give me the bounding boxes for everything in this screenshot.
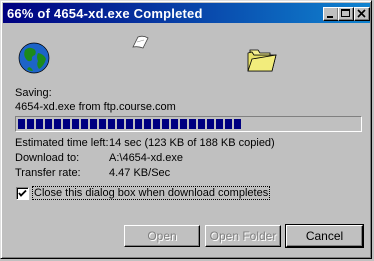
maximize-button[interactable] (338, 7, 354, 21)
cancel-button[interactable]: Cancel (285, 224, 364, 248)
folder-icon (247, 49, 277, 72)
progress-segment (180, 119, 187, 129)
open-button[interactable]: Open (124, 225, 200, 247)
progress-segment (135, 119, 142, 129)
progress-bar (15, 116, 362, 132)
checkmark-icon (18, 189, 27, 197)
progress-segment (81, 119, 88, 129)
maximize-icon (341, 9, 350, 17)
progress-segment (171, 119, 178, 129)
saving-label: Saving: (15, 87, 52, 99)
transfer-rate-value: 4.47 KB/Sec (109, 167, 171, 179)
download-to-value: A:\4654-xd.exe (109, 152, 183, 164)
progress-segment (189, 119, 196, 129)
progress-segment (198, 119, 205, 129)
progress-segment (234, 119, 241, 129)
time-left-value: 14 sec (123 KB of 188 KB copied) (109, 137, 275, 149)
window-title: 66% of 4654-xd.exe Completed (7, 6, 203, 21)
close-on-complete-checkbox[interactable] (16, 187, 29, 200)
progress-segment (225, 119, 232, 129)
saving-value: 4654-xd.exe from ftp.course.com (15, 101, 176, 113)
close-on-complete-label[interactable]: Close this dialog box when download comp… (32, 186, 271, 200)
progress-segment (117, 119, 124, 129)
progress-segment (36, 119, 43, 129)
progress-segment (18, 119, 25, 129)
progress-segment (207, 119, 214, 129)
progress-segment (27, 119, 34, 129)
minimize-icon (327, 16, 333, 18)
progress-segment (153, 119, 160, 129)
progress-segment (63, 119, 70, 129)
close-icon (357, 9, 366, 18)
progress-segment (45, 119, 52, 129)
close-button[interactable] (354, 7, 370, 21)
transfer-rate-label: Transfer rate: (15, 167, 81, 179)
time-left-label: Estimated time left: (15, 137, 109, 149)
progress-segment (99, 119, 106, 129)
title-bar[interactable]: 66% of 4654-xd.exe Completed (3, 3, 370, 23)
progress-segment (54, 119, 61, 129)
progress-segment (90, 119, 97, 129)
download-to-label: Download to: (15, 152, 80, 164)
open-folder-button[interactable]: Open Folder (205, 225, 281, 247)
progress-segment (108, 119, 115, 129)
progress-segment (162, 119, 169, 129)
progress-segment (126, 119, 133, 129)
progress-segment (144, 119, 151, 129)
download-dialog: 66% of 4654-xd.exe Completed Saving: 465… (0, 0, 372, 259)
progress-segment (72, 119, 79, 129)
progress-segment (216, 119, 223, 129)
minimize-button[interactable] (323, 7, 339, 21)
flying-paper-icon (132, 35, 149, 49)
globe-icon (18, 42, 50, 74)
